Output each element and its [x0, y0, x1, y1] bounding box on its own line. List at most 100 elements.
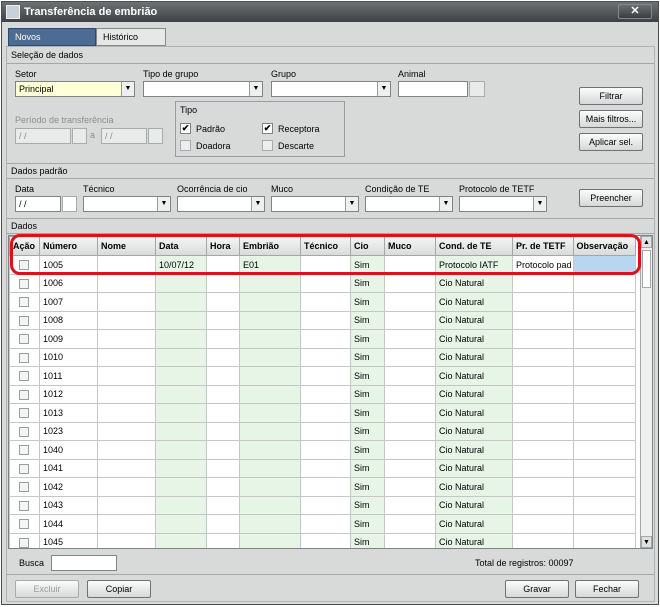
periodo-from-picker[interactable]: [72, 128, 87, 144]
cell-muco[interactable]: [384, 292, 436, 312]
column-header[interactable]: Técnico: [300, 236, 351, 256]
cell-cio[interactable]: Sim: [350, 366, 385, 386]
cell-tecnico[interactable]: [300, 329, 351, 349]
column-header[interactable]: Hora: [206, 236, 240, 256]
cell-cio[interactable]: Sim: [350, 421, 385, 441]
cell-embriao[interactable]: [239, 347, 301, 367]
cell-nome[interactable]: [97, 384, 156, 404]
cell-data[interactable]: [155, 532, 207, 548]
checkbox-padrao[interactable]: ✔: [180, 123, 191, 134]
cell-obs[interactable]: [572, 384, 636, 404]
cell-cond[interactable]: Cio Natural: [435, 273, 513, 293]
cell-nome[interactable]: [97, 514, 156, 534]
column-header[interactable]: Cond. de TE: [435, 236, 513, 256]
row-checkbox[interactable]: [19, 352, 29, 363]
cell-embriao[interactable]: [239, 477, 301, 497]
cell-data[interactable]: [155, 384, 207, 404]
cell-cond[interactable]: Cio Natural: [435, 532, 513, 548]
cell-hora[interactable]: [206, 347, 240, 367]
cell-cio[interactable]: Sim: [350, 384, 385, 404]
column-header[interactable]: Cio: [350, 236, 385, 256]
cell-obs[interactable]: [572, 255, 636, 275]
cell-tecnico[interactable]: [300, 384, 351, 404]
cell-data[interactable]: [155, 273, 207, 293]
cell-hora[interactable]: [206, 532, 240, 548]
aplicar-sel-button[interactable]: Aplicar sel.: [579, 133, 643, 151]
cell-prtetf[interactable]: [512, 273, 574, 293]
chevron-down-icon[interactable]: ▼: [251, 197, 264, 211]
cell-hora[interactable]: [206, 384, 240, 404]
cell-obs[interactable]: [572, 495, 636, 515]
cell-nome[interactable]: [97, 440, 156, 460]
cell-hora[interactable]: [206, 310, 240, 330]
cell-cio[interactable]: Sim: [350, 255, 385, 275]
periodo-to-picker[interactable]: [148, 128, 163, 144]
protocolo-select[interactable]: ▼: [459, 196, 547, 212]
cell-numero[interactable]: 1040: [39, 440, 98, 460]
row-checkbox[interactable]: [19, 426, 29, 437]
muco-select[interactable]: ▼: [271, 196, 359, 212]
cell-cio[interactable]: Sim: [350, 532, 385, 548]
table-row[interactable]: 1023 Sim Cio Natural: [9, 421, 636, 441]
cell-embriao[interactable]: [239, 532, 301, 548]
cell-numero[interactable]: 1043: [39, 495, 98, 515]
cell-cond[interactable]: Cio Natural: [435, 384, 513, 404]
row-checkbox[interactable]: [19, 389, 29, 400]
cell-nome[interactable]: [97, 458, 156, 478]
column-header[interactable]: Ação: [9, 236, 40, 256]
cell-obs[interactable]: [572, 292, 636, 312]
column-header[interactable]: Data: [155, 236, 207, 256]
tecnico-select[interactable]: ▼: [83, 196, 171, 212]
cell-nome[interactable]: [97, 310, 156, 330]
cell-numero[interactable]: 1045: [39, 532, 98, 548]
scroll-down-icon[interactable]: ▼: [641, 536, 652, 548]
row-checkbox[interactable]: [19, 445, 29, 456]
animal-lookup-button[interactable]: [469, 81, 485, 97]
cell-muco[interactable]: [384, 532, 436, 548]
cell-cond[interactable]: Cio Natural: [435, 458, 513, 478]
cell-cond[interactable]: Cio Natural: [435, 421, 513, 441]
cell-embriao[interactable]: [239, 366, 301, 386]
column-header[interactable]: Pr. de TETF: [512, 236, 574, 256]
cell-nome[interactable]: [97, 477, 156, 497]
column-header[interactable]: Embrião: [239, 236, 301, 256]
cell-prtetf[interactable]: [512, 514, 574, 534]
table-row[interactable]: 1007 Sim Cio Natural: [9, 292, 636, 312]
cell-cond[interactable]: Cio Natural: [435, 495, 513, 515]
chevron-down-icon[interactable]: ▼: [377, 82, 390, 96]
cell-embriao[interactable]: [239, 440, 301, 460]
cell-numero[interactable]: 1010: [39, 347, 98, 367]
cell-data[interactable]: [155, 477, 207, 497]
row-checkbox[interactable]: [19, 500, 29, 511]
cell-cio[interactable]: Sim: [350, 347, 385, 367]
setor-select[interactable]: Principal ▼: [15, 81, 135, 97]
cell-cio[interactable]: Sim: [350, 310, 385, 330]
row-checkbox[interactable]: [19, 315, 29, 326]
checkbox-doadora[interactable]: [180, 140, 191, 151]
chevron-down-icon[interactable]: ▼: [345, 197, 358, 211]
table-row[interactable]: 1043 Sim Cio Natural: [9, 495, 636, 515]
scroll-thumb[interactable]: [642, 250, 651, 288]
data-input[interactable]: / /: [15, 196, 61, 212]
cell-embriao[interactable]: [239, 514, 301, 534]
table-row[interactable]: 1010 Sim Cio Natural: [9, 347, 636, 367]
cell-obs[interactable]: [572, 421, 636, 441]
column-header[interactable]: Muco: [384, 236, 436, 256]
gravar-button[interactable]: Gravar: [505, 580, 569, 598]
cell-embriao[interactable]: [239, 273, 301, 293]
table-row[interactable]: 1040 Sim Cio Natural: [9, 440, 636, 460]
mais-filtros-button[interactable]: Mais filtros...: [579, 110, 643, 128]
table-row[interactable]: 1013 Sim Cio Natural: [9, 403, 636, 423]
periodo-from-input[interactable]: / /: [15, 128, 71, 144]
table-row[interactable]: 1044 Sim Cio Natural: [9, 514, 636, 534]
periodo-to-input[interactable]: / /: [101, 128, 147, 144]
cell-cond[interactable]: Cio Natural: [435, 403, 513, 423]
cell-data[interactable]: [155, 403, 207, 423]
cell-hora[interactable]: [206, 514, 240, 534]
cell-muco[interactable]: [384, 477, 436, 497]
cell-tecnico[interactable]: [300, 273, 351, 293]
table-row[interactable]: 1042 Sim Cio Natural: [9, 477, 636, 497]
cell-hora[interactable]: [206, 329, 240, 349]
chevron-down-icon[interactable]: ▼: [249, 82, 262, 96]
cell-tecnico[interactable]: [300, 292, 351, 312]
